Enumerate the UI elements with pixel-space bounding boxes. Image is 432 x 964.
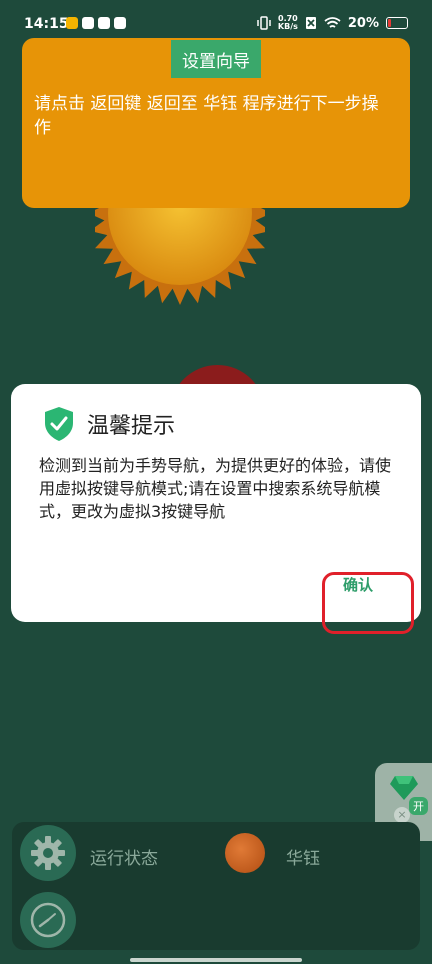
confirm-highlight-box	[322, 572, 414, 634]
bottom-panel: 运行状态 华钰	[12, 822, 420, 950]
on-badge: 开	[409, 797, 428, 815]
guide-instruction: 请点击 返回键 返回至 华钰 程序进行下一步操作	[34, 94, 379, 138]
guide-title: 设置向导	[171, 40, 261, 78]
clock-icon	[30, 902, 66, 938]
settings-button[interactable]	[20, 825, 76, 881]
wifi-icon	[324, 16, 341, 28]
battery-text: 20%	[347, 15, 379, 31]
status-bar: 14:15 0.70 KB/s 20%	[0, 0, 432, 40]
weibo-icon	[66, 17, 78, 29]
status-right-group: 0.70 KB/s 20%	[257, 15, 408, 31]
status-time: 14:15	[24, 16, 69, 32]
vibrate-icon	[257, 16, 271, 30]
app-ball-icon	[225, 833, 265, 873]
mail-icon	[114, 17, 126, 29]
clock-button[interactable]	[20, 892, 76, 948]
no-sim-icon	[305, 17, 316, 29]
shield-check-icon	[45, 407, 73, 441]
gear-icon	[31, 836, 65, 870]
dialog-message: 检测到当前为手势导航，为提供更好的体验，请使用虚拟按键导航模式;请在设置中搜索系…	[39, 456, 392, 521]
net-speed: 0.70 KB/s	[278, 15, 298, 31]
app-icon	[82, 17, 94, 29]
run-status-label: 运行状态	[90, 849, 158, 869]
battery-level	[388, 19, 391, 27]
notification-icons	[66, 17, 126, 29]
tiktok-icon	[98, 17, 110, 29]
net-speed-unit: KB/s	[277, 22, 298, 31]
close-icon[interactable]: ×	[394, 807, 410, 823]
app-name-label: 华钰	[286, 849, 320, 869]
battery-icon	[386, 17, 408, 29]
setup-guide-panel: 设置向导 请点击 返回键 返回至 华钰 程序进行下一步操作	[22, 38, 410, 208]
home-indicator[interactable]	[130, 958, 302, 962]
dialog-title: 温馨提示	[87, 414, 176, 439]
